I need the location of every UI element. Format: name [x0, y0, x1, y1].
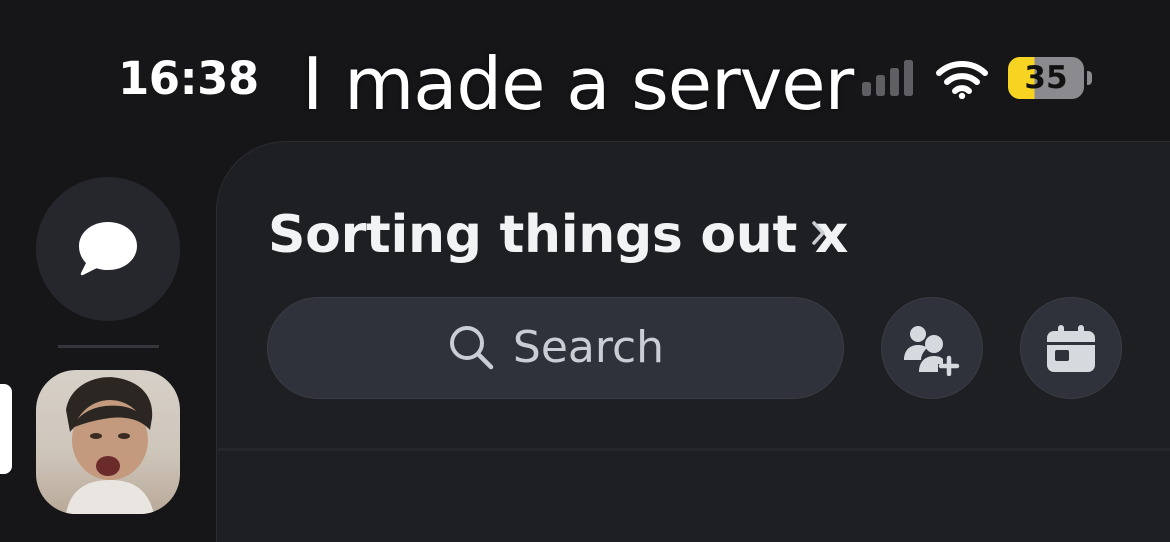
status-time: 16:38 — [118, 52, 259, 105]
selected-server-indicator — [0, 384, 12, 474]
chat-bubble-icon — [79, 222, 137, 276]
direct-messages-button[interactable] — [36, 177, 180, 321]
events-button[interactable] — [1020, 297, 1122, 399]
search-input[interactable]: Search — [267, 297, 844, 399]
overlay-caption: I made a server — [302, 42, 854, 126]
rail-divider — [58, 345, 159, 348]
server-title[interactable]: Sorting things out x — [268, 200, 848, 270]
header-divider — [218, 448, 1170, 451]
wifi-icon — [936, 61, 988, 99]
server-avatar[interactable] — [36, 370, 180, 514]
search-placeholder: Search — [512, 322, 665, 373]
battery-icon: 35 — [1008, 57, 1092, 99]
calendar-icon — [1047, 325, 1095, 372]
battery-tip — [1087, 71, 1092, 85]
chevron-right-icon[interactable] — [810, 218, 828, 248]
invite-members-button[interactable] — [881, 297, 983, 399]
add-member-icon — [904, 326, 960, 376]
cellular-signal-icon — [862, 60, 913, 96]
search-icon — [449, 326, 494, 370]
avatar — [66, 377, 154, 514]
battery-level: 35 — [1024, 60, 1068, 96]
